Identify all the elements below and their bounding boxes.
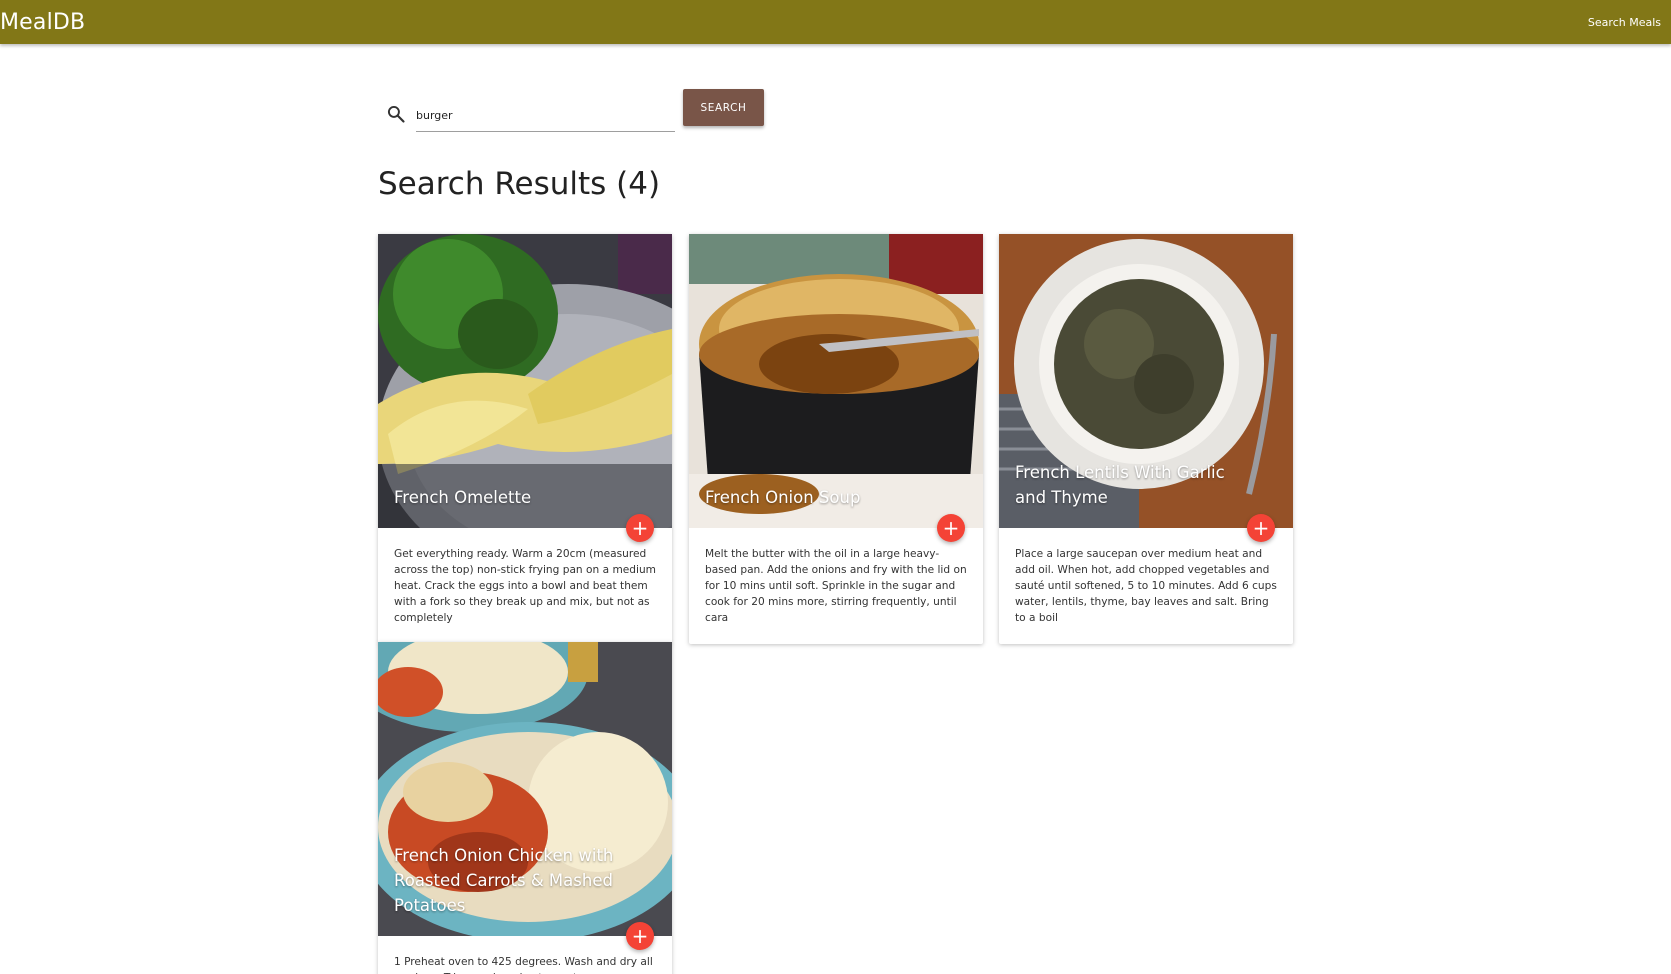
meal-description: Melt the butter with the oil in a large … <box>705 548 967 624</box>
navbar: MealDB Search Meals <box>0 0 1671 44</box>
add-button[interactable]: + <box>1247 514 1275 542</box>
search-row <box>384 88 675 132</box>
meal-title: French Onion Soup <box>705 488 861 507</box>
search-button[interactable]: SEARCH <box>683 89 764 126</box>
plus-icon: + <box>631 924 649 948</box>
brand-logo[interactable]: MealDB <box>0 10 85 35</box>
search-field <box>384 88 675 132</box>
meal-description: Place a large saucepan over medium heat … <box>1015 548 1277 624</box>
add-button[interactable]: + <box>626 514 654 542</box>
meal-title: French Onion Chicken with Roasted Carrot… <box>394 846 614 915</box>
meal-card: French Onion Chicken with Roasted Carrot… <box>378 642 672 974</box>
results-title: Search Results (4) <box>378 166 661 202</box>
meal-description: Get everything ready. Warm a 20cm (measu… <box>394 548 656 624</box>
plus-icon: + <box>631 516 649 540</box>
meal-title: French Omelette <box>394 488 532 507</box>
meal-title: French Lentils With Garlic and Thyme <box>1015 463 1225 507</box>
search-input[interactable] <box>416 96 675 132</box>
meal-card: French Omelette + Get everything ready. … <box>378 234 672 644</box>
add-button[interactable]: + <box>937 514 965 542</box>
meal-card: French Lentils With Garlic and Thyme + P… <box>999 234 1293 644</box>
meal-image[interactable]: French Onion Soup <box>689 234 983 528</box>
meal-photo <box>378 234 672 528</box>
nav-link-search-meals[interactable]: Search Meals <box>1588 16 1671 29</box>
meal-photo <box>689 234 983 528</box>
plus-icon: + <box>942 516 960 540</box>
meal-image[interactable]: French Omelette <box>378 234 672 528</box>
meal-image[interactable]: French Onion Chicken with Roasted Carrot… <box>378 642 672 936</box>
search-icon <box>387 105 405 123</box>
plus-icon: + <box>1252 516 1270 540</box>
meal-card: French Onion Soup + Melt the butter with… <box>689 234 983 644</box>
meal-image[interactable]: French Lentils With Garlic and Thyme <box>999 234 1293 528</box>
add-button[interactable]: + <box>626 922 654 950</box>
